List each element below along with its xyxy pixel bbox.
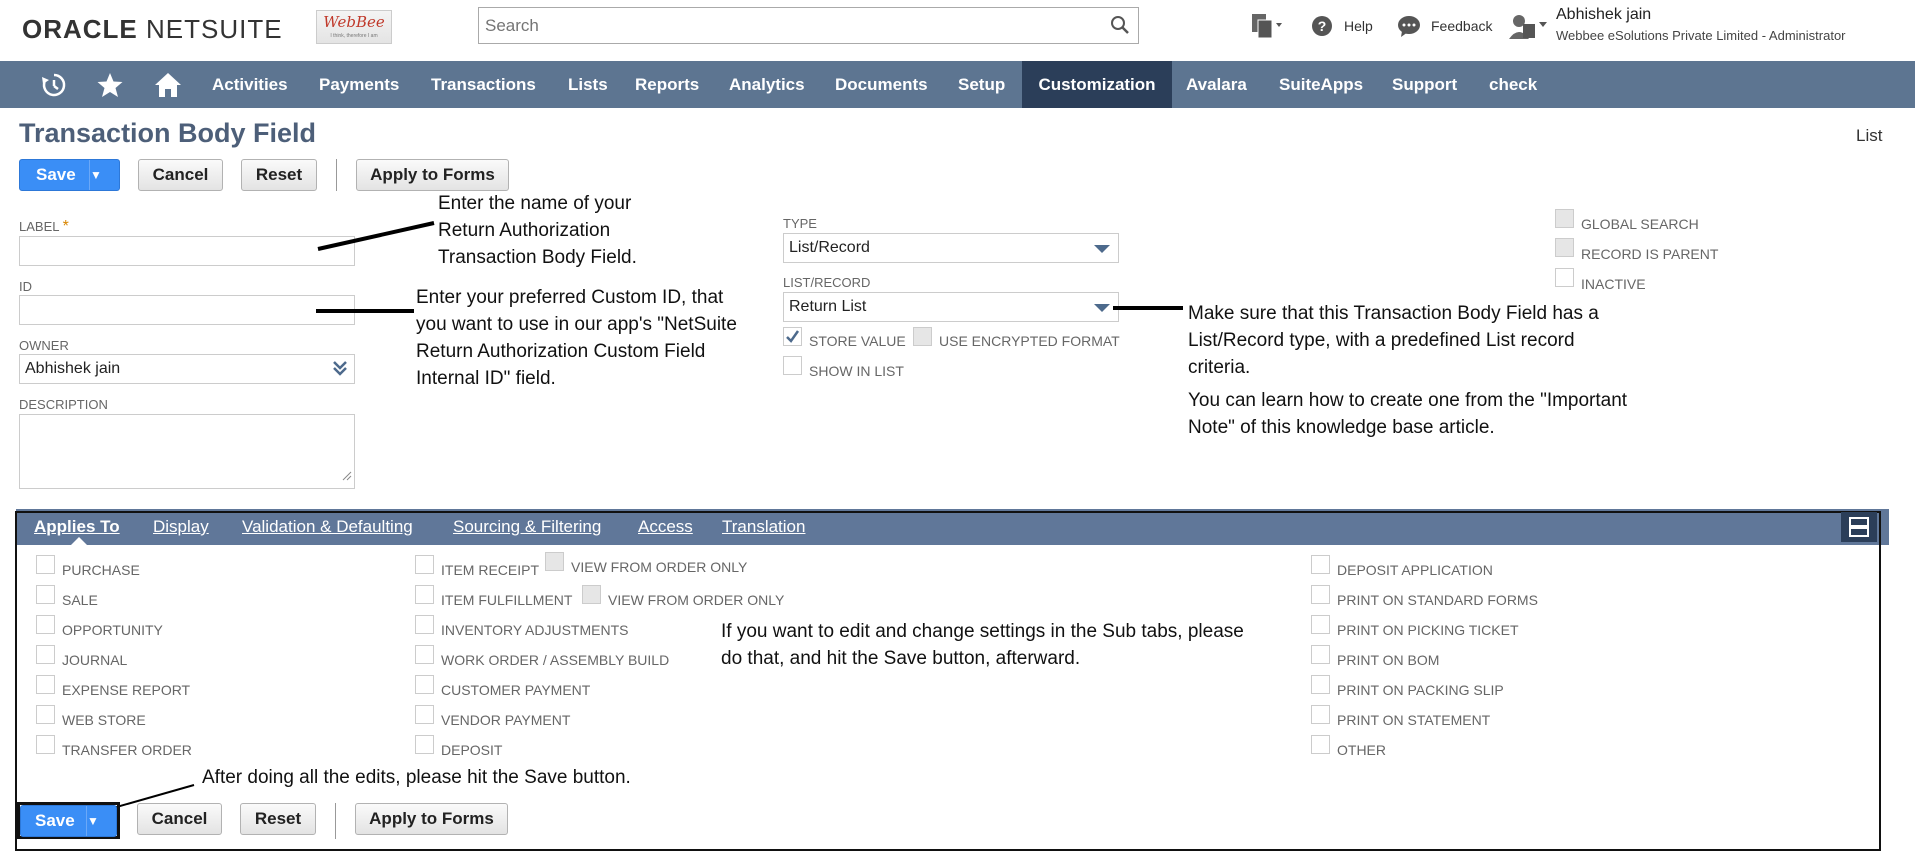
other-label: OTHER — [1337, 742, 1386, 758]
item-receipt-view-from-order-only-checkbox — [545, 552, 564, 571]
expense-report-checkbox[interactable] — [36, 675, 55, 694]
vendor-payment-label: VENDOR PAYMENT — [441, 712, 571, 728]
vendor-payment-checkbox[interactable] — [415, 705, 434, 724]
print-on-picking-ticket-label: PRINT ON PICKING TICKET — [1337, 622, 1519, 638]
bottom-cancel-button[interactable]: Cancel — [137, 803, 222, 835]
sale-label: SALE — [62, 592, 98, 608]
deposit-application-checkbox[interactable] — [1311, 555, 1330, 574]
deposit-label: DEPOSIT — [441, 742, 503, 758]
print-on-packing-slip-label: PRINT ON PACKING SLIP — [1337, 682, 1504, 698]
item-fulfillment-view-from-order-only-checkbox — [582, 585, 601, 604]
bottom-save-button[interactable]: Save ▼ — [20, 805, 117, 837]
bottom-apply-to-forms-button[interactable]: Apply to Forms — [355, 803, 508, 835]
opportunity-label: OPPORTUNITY — [62, 622, 163, 638]
print-on-bom-checkbox[interactable] — [1311, 645, 1330, 664]
work-order-assembly-build-checkbox[interactable] — [415, 645, 434, 664]
item-fulfillment-checkbox[interactable] — [415, 585, 434, 604]
bottom-reset-button[interactable]: Reset — [240, 803, 316, 835]
journal-checkbox[interactable] — [36, 645, 55, 664]
item-receipt-checkbox[interactable] — [415, 555, 434, 574]
transfer-order-label: TRANSFER ORDER — [62, 742, 192, 758]
annotation-frame — [15, 511, 1881, 851]
customer-payment-checkbox[interactable] — [415, 675, 434, 694]
print-on-statement-checkbox[interactable] — [1311, 705, 1330, 724]
layout-toggle-icon[interactable] — [1841, 512, 1877, 542]
print-on-packing-slip-checkbox[interactable] — [1311, 675, 1330, 694]
inventory-adjustments-label: INVENTORY ADJUSTMENTS — [441, 622, 629, 638]
other-checkbox[interactable] — [1311, 735, 1330, 754]
inventory-adjustments-checkbox[interactable] — [415, 615, 434, 634]
item-fulfillment-label: ITEM FULFILLMENT — [441, 592, 573, 608]
subtab-annotation: If you want to edit and change settings … — [721, 621, 1244, 669]
deposit-application-label: DEPOSIT APPLICATION — [1337, 562, 1493, 578]
purchase-checkbox[interactable] — [36, 555, 55, 574]
print-on-standard-forms-checkbox[interactable] — [1311, 585, 1330, 604]
save-annotation: After doing all the edits, please hit th… — [202, 767, 631, 788]
item-receipt-label: ITEM RECEIPT — [441, 562, 540, 578]
bottom-button-separator — [335, 803, 336, 839]
work-order-assembly-build-label: WORK ORDER / ASSEMBLY BUILD — [441, 652, 670, 668]
bottom-save-button-label: Save — [35, 811, 75, 830]
sale-checkbox[interactable] — [36, 585, 55, 604]
web-store-label: WEB STORE — [62, 712, 146, 728]
item-receipt-view-from-order-only-label: VIEW FROM ORDER ONLY — [571, 559, 748, 575]
print-on-picking-ticket-checkbox[interactable] — [1311, 615, 1330, 634]
journal-label: JOURNAL — [62, 652, 128, 668]
item-fulfillment-view-from-order-only-label: VIEW FROM ORDER ONLY — [608, 592, 785, 608]
print-on-statement-label: PRINT ON STATEMENT — [1337, 712, 1491, 728]
bottom-save-options-dropdown[interactable]: ▼ — [86, 806, 116, 836]
web-store-checkbox[interactable] — [36, 705, 55, 724]
customer-payment-label: CUSTOMER PAYMENT — [441, 682, 591, 698]
deposit-checkbox[interactable] — [415, 735, 434, 754]
expense-report-label: EXPENSE REPORT — [62, 682, 191, 698]
opportunity-checkbox[interactable] — [36, 615, 55, 634]
print-on-standard-forms-label: PRINT ON STANDARD FORMS — [1337, 592, 1538, 608]
print-on-bom-label: PRINT ON BOM — [1337, 652, 1440, 668]
transfer-order-checkbox[interactable] — [36, 735, 55, 754]
purchase-label: PURCHASE — [62, 562, 140, 578]
